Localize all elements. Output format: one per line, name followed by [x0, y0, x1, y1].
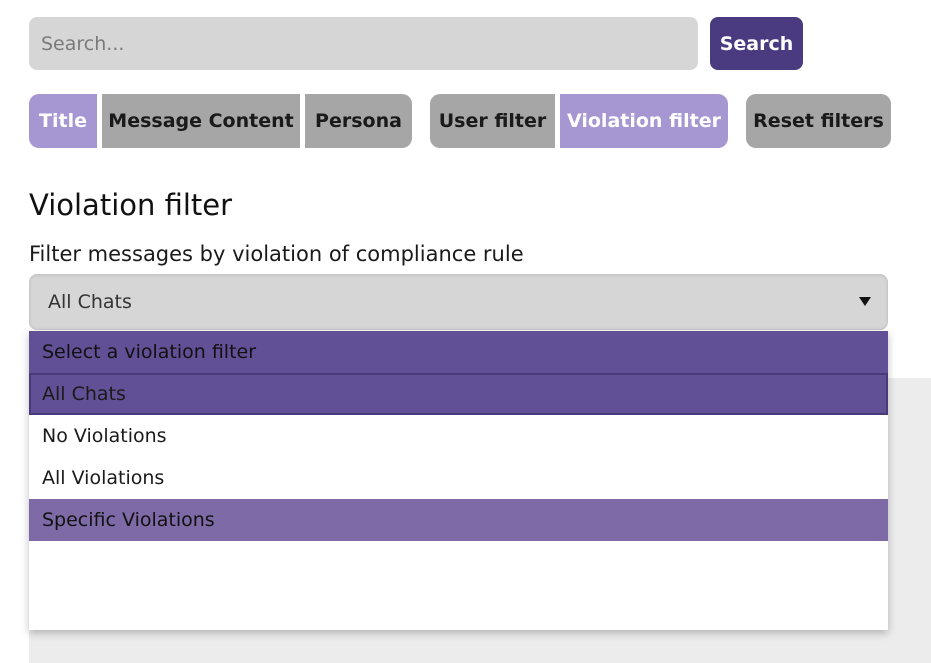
search-input[interactable] — [29, 17, 698, 70]
select-value: All Chats — [48, 291, 132, 313]
section-label: Filter messages by violation of complian… — [29, 242, 524, 266]
search-button[interactable]: Search — [710, 17, 803, 70]
tab-violation-filter[interactable]: Violation filter — [560, 94, 728, 148]
violation-filter-dropdown: Select a violation filter All Chats No V… — [29, 331, 888, 630]
violation-filter-select[interactable]: All Chats — [29, 274, 888, 330]
option-specific-violations[interactable]: Specific Violations — [29, 499, 888, 541]
chevron-down-icon — [859, 297, 871, 306]
section-title: Violation filter — [29, 188, 233, 222]
reset-filters-button[interactable]: Reset filters — [746, 94, 891, 148]
tab-title[interactable]: Title — [29, 94, 97, 148]
option-no-violations[interactable]: No Violations — [29, 415, 888, 457]
tab-message-content[interactable]: Message Content — [102, 94, 300, 148]
tab-persona[interactable]: Persona — [305, 94, 412, 148]
option-all-chats[interactable]: All Chats — [29, 373, 888, 415]
option-all-violations[interactable]: All Violations — [29, 457, 888, 499]
option-select-a-violation-filter[interactable]: Select a violation filter — [29, 331, 888, 373]
tab-user-filter[interactable]: User filter — [430, 94, 555, 148]
